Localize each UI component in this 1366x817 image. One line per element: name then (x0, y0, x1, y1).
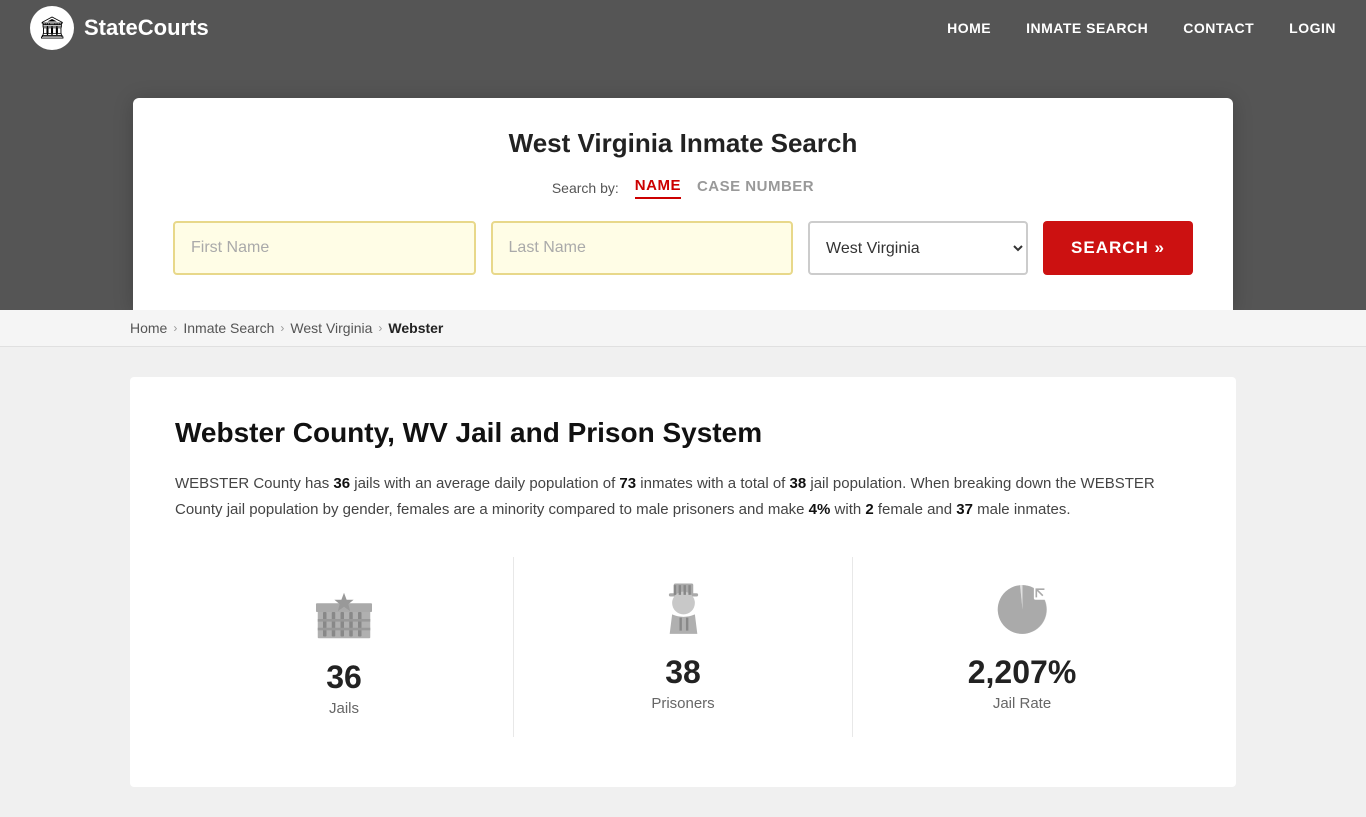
desc-female-pct: 4% (809, 501, 831, 518)
header: COURTHOUSE 🏛 StateCourts HOME INMATE SEA… (0, 0, 1366, 310)
desc-mid5: female and (874, 501, 957, 518)
breadcrumb-home[interactable]: Home (130, 320, 167, 336)
breadcrumb-state[interactable]: West Virginia (290, 320, 372, 336)
desc-mid6: male inmates. (973, 501, 1071, 518)
stat-jailrate-number: 2,207% (968, 654, 1077, 691)
chart-icon (990, 577, 1055, 642)
state-select[interactable]: West Virginia Alabama Alaska Arizona Ark… (808, 221, 1028, 275)
desc-daily-pop: 73 (619, 475, 636, 492)
desc-jails: 36 (333, 475, 350, 492)
breadcrumb: Home › Inmate Search › West Virginia › W… (0, 310, 1366, 347)
breadcrumb-inmate-search[interactable]: Inmate Search (183, 320, 274, 336)
jail-icon (309, 577, 379, 647)
stats-row: 36 Jails (175, 557, 1191, 737)
nav-login[interactable]: LOGIN (1289, 20, 1336, 36)
search-card: West Virginia Inmate Search Search by: N… (133, 98, 1233, 310)
stat-prisoners-label: Prisoners (651, 695, 714, 712)
desc-mid1: jails with an average daily population o… (350, 475, 619, 492)
search-by-row: Search by: NAME CASE NUMBER (173, 177, 1193, 199)
logo-icon: 🏛 (30, 6, 74, 50)
desc-pre1: WEBSTER County has (175, 475, 333, 492)
desc-mid2: inmates with a total of (636, 475, 789, 492)
desc-mid4: with (830, 501, 865, 518)
search-button[interactable]: SEARCH » (1043, 221, 1193, 275)
desc-female-count: 2 (865, 501, 873, 518)
nav-inmate-search[interactable]: INMATE SEARCH (1026, 20, 1148, 36)
search-by-label: Search by: (552, 180, 619, 196)
first-name-input[interactable] (173, 221, 476, 275)
search-title: West Virginia Inmate Search (173, 128, 1193, 159)
tab-name[interactable]: NAME (635, 177, 681, 199)
stat-prisoners: 38 Prisoners (514, 557, 853, 737)
search-inputs-row: West Virginia Alabama Alaska Arizona Ark… (173, 221, 1193, 275)
navigation: 🏛 StateCourts HOME INMATE SEARCH CONTACT… (0, 0, 1366, 55)
desc-male-count: 37 (956, 501, 973, 518)
breadcrumb-sep-2: › (280, 321, 284, 335)
stat-jailrate-label: Jail Rate (993, 695, 1051, 712)
content-card: Webster County, WV Jail and Prison Syste… (130, 377, 1236, 787)
nav-home[interactable]: HOME (947, 20, 991, 36)
last-name-input[interactable] (491, 221, 794, 275)
stat-jails-number: 36 (326, 659, 362, 696)
stat-prisoners-number: 38 (665, 654, 701, 691)
nav-links: HOME INMATE SEARCH CONTACT LOGIN (947, 20, 1336, 36)
site-logo[interactable]: 🏛 StateCourts (30, 6, 209, 50)
breadcrumb-sep-1: › (173, 321, 177, 335)
prisoner-icon (651, 577, 716, 642)
content-title: Webster County, WV Jail and Prison Syste… (175, 417, 1191, 449)
stat-jails-label: Jails (329, 700, 359, 717)
breadcrumb-sep-3: › (378, 321, 382, 335)
main-content: Webster County, WV Jail and Prison Syste… (0, 347, 1366, 817)
content-description: WEBSTER County has 36 jails with an aver… (175, 471, 1191, 522)
site-name: StateCourts (84, 15, 209, 41)
stat-jail-rate: 2,207% Jail Rate (853, 557, 1191, 737)
nav-contact[interactable]: CONTACT (1183, 20, 1254, 36)
tab-case-number[interactable]: CASE NUMBER (697, 178, 814, 198)
breadcrumb-current: Webster (388, 320, 443, 336)
desc-total: 38 (790, 475, 807, 492)
stat-jails: 36 Jails (175, 557, 514, 737)
